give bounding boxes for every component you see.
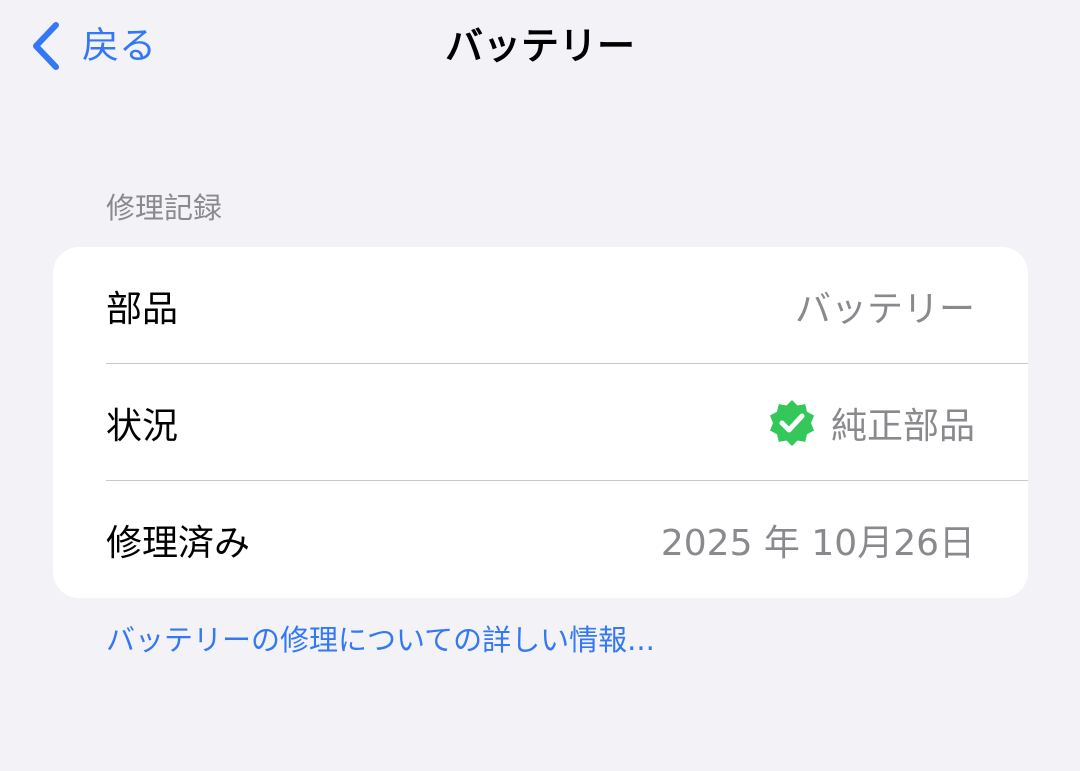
section-header-repair-history: 修理記録 [106,191,223,225]
row-part-label: 部品 [106,288,179,330]
navigation-bar: 戻る バッテリー [0,0,1080,96]
repair-history-card: 部品 バッテリー 状況 純正部品 修理済み 2025 年 10月26日 [53,247,1028,598]
battery-repair-info-link[interactable]: バッテリーの修理についての詳しい情報... [106,620,655,660]
row-status: 状況 純正部品 [53,364,1028,481]
page-title: バッテリー [444,24,635,68]
row-repaired: 修理済み 2025 年 10月26日 [53,481,1028,598]
row-repaired-label: 修理済み [106,522,251,564]
row-part: 部品 バッテリー [53,247,1028,364]
row-part-value: バッテリー [794,288,975,330]
row-repaired-value: 2025 年 10月26日 [660,522,975,564]
row-status-label: 状況 [106,405,179,447]
verified-badge-icon [767,398,817,448]
row-status-value-container: 純正部品 [767,364,975,481]
row-status-value: 純正部品 [830,405,975,447]
